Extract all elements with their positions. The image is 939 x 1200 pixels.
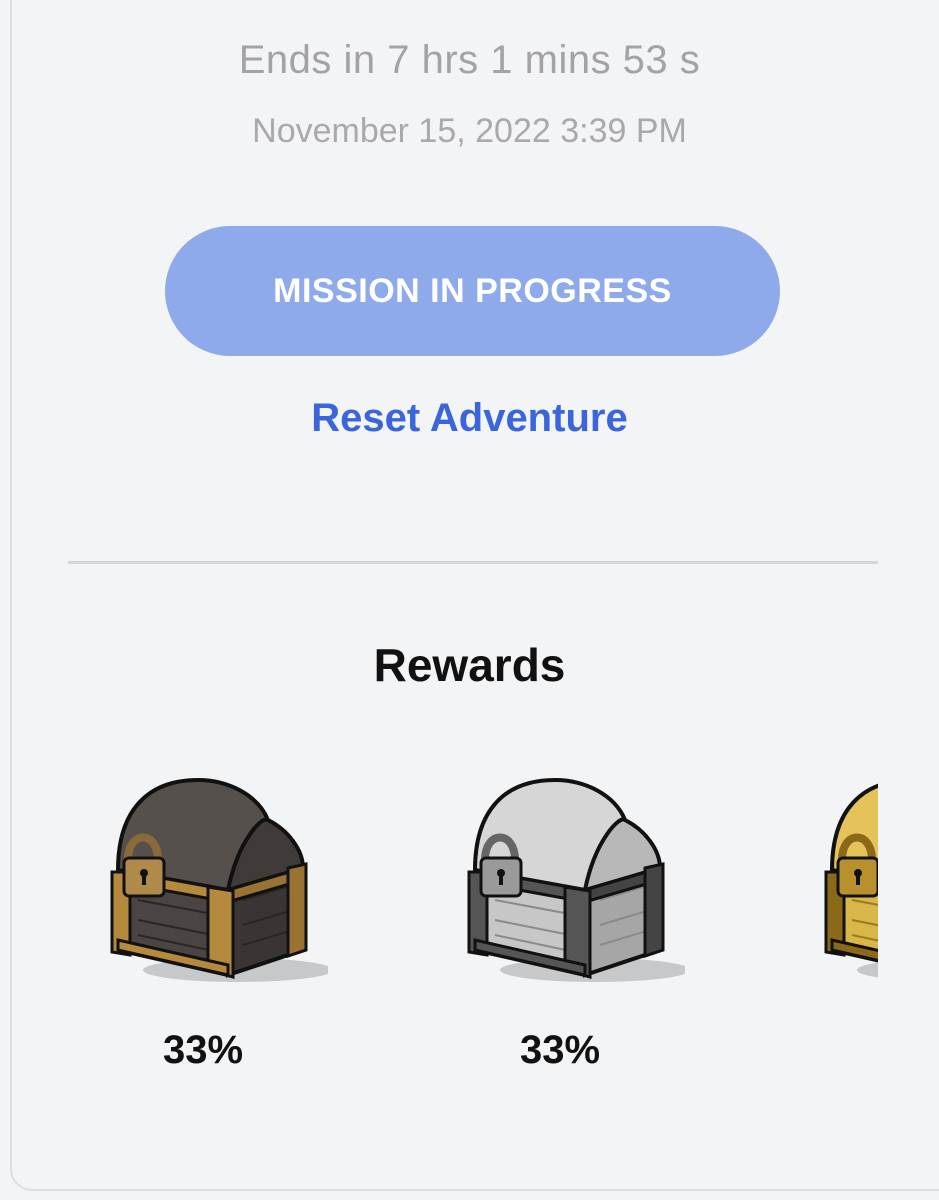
reward-item-wooden: 33%	[68, 760, 328, 1090]
countdown-text: Ends in 7 hrs 1 mins 53 s	[238, 38, 701, 82]
reward-chance: 33%	[162, 1028, 244, 1072]
reward-chance: 33%	[782, 1028, 878, 1073]
divider	[68, 561, 878, 564]
wooden-chest-icon	[110, 777, 328, 982]
reward-item-silver: 33%	[425, 760, 685, 1090]
gold-chest-icon	[824, 783, 878, 978]
rewards-list: 33% 33%	[68, 760, 878, 1100]
reward-item-gold: 33%	[782, 760, 878, 1090]
mission-status-button[interactable]: MISSION IN PROGRESS	[165, 226, 780, 356]
silver-chest-icon	[467, 777, 685, 982]
end-date-text: November 15, 2022 3:39 PM	[252, 112, 687, 150]
reward-chance: 33%	[519, 1028, 601, 1072]
rewards-title: Rewards	[373, 639, 566, 691]
reset-adventure-link[interactable]: Reset Adventure	[0, 396, 939, 441]
